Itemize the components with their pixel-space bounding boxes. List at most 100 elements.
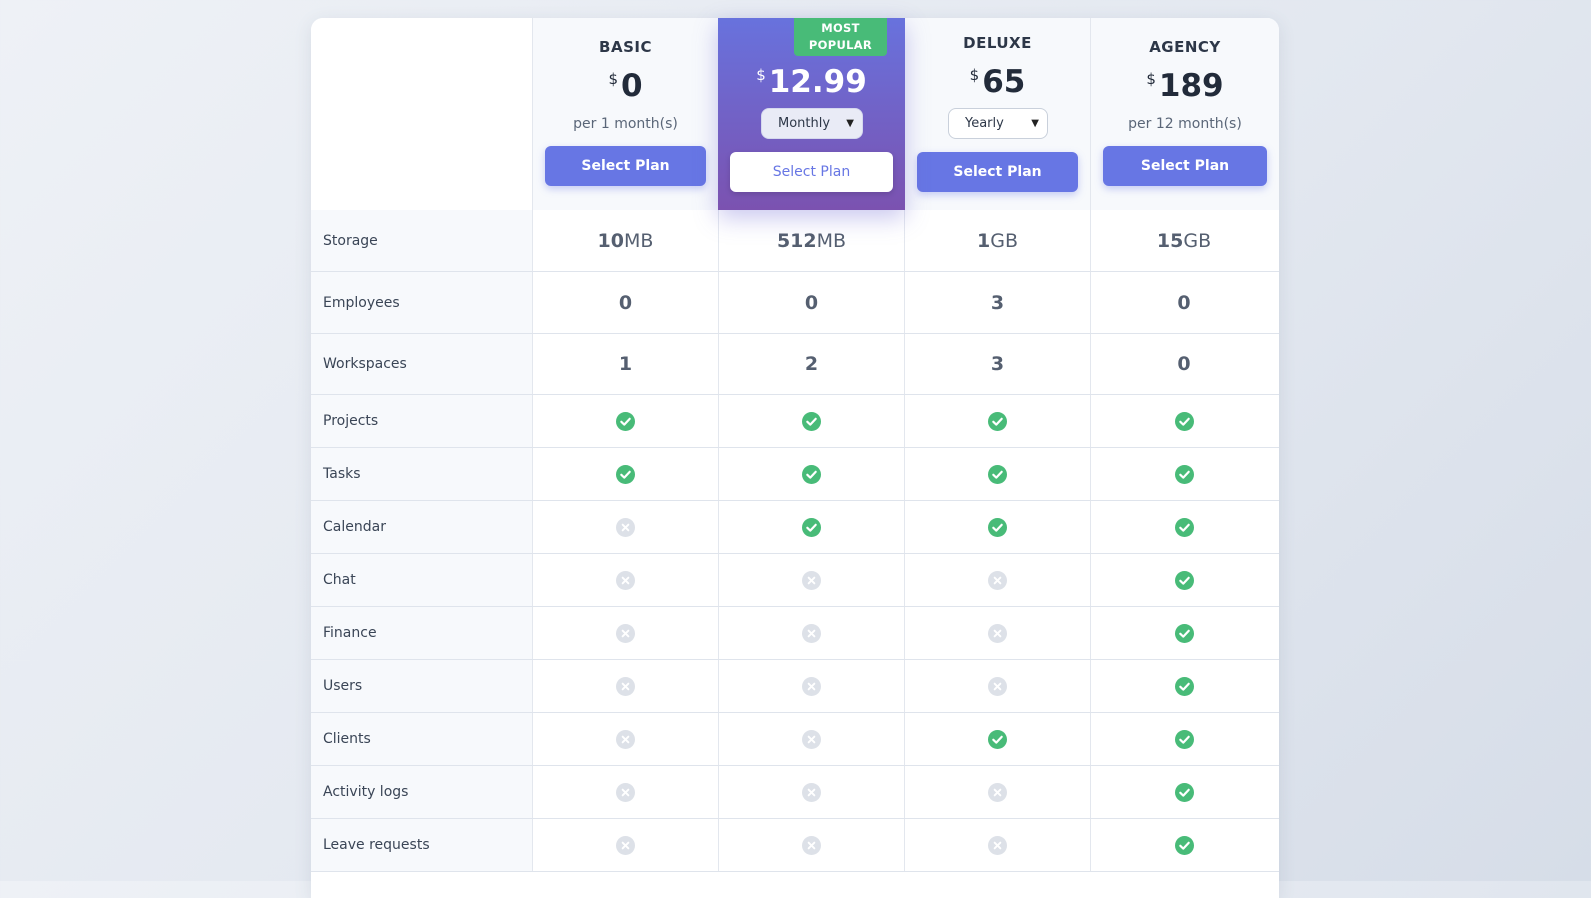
feature-value: 0	[533, 272, 719, 333]
select-plan-button[interactable]: Select Plan	[917, 152, 1078, 192]
chevron-down-icon: ▼	[846, 118, 854, 129]
feature-value	[719, 448, 905, 500]
check-circle-icon	[616, 411, 635, 431]
feature-label: Calendar	[311, 501, 533, 553]
billing-cycle-select[interactable]: Monthly ▼	[761, 108, 863, 139]
price-amount: 189	[1158, 68, 1224, 104]
plan-name: BASIC	[599, 38, 652, 56]
feature-value	[1091, 660, 1277, 712]
currency-symbol: $	[756, 66, 766, 84]
check-feature-rows: Projects Tasks Calendar Chat Finance Users Cli…	[311, 395, 1279, 872]
feature-value: 512 MB	[719, 210, 905, 271]
pricing-table: BASIC $ 0 per 1 month(s) Select Plan MOS…	[311, 18, 1279, 898]
x-circle-icon	[988, 676, 1007, 696]
billing-cycle-select[interactable]: Yearly ▼	[948, 108, 1048, 139]
x-circle-icon	[616, 570, 635, 590]
x-circle-icon	[802, 676, 821, 696]
feature-value: 3	[905, 272, 1091, 333]
currency-symbol: $	[608, 70, 618, 88]
feature-label: Workspaces	[311, 334, 533, 394]
check-circle-icon	[988, 517, 1007, 537]
x-circle-icon	[616, 517, 635, 537]
value-unit: GB	[990, 229, 1018, 252]
x-circle-icon	[802, 835, 821, 855]
value-number: 1	[977, 229, 991, 252]
feature-value	[533, 395, 719, 447]
feature-value	[905, 713, 1091, 765]
select-plan-button[interactable]: Select Plan	[545, 146, 706, 186]
check-circle-icon	[802, 464, 821, 484]
plan-popular: MOST POPULAR $ 12.99 Monthly ▼ Select Pl…	[718, 18, 905, 210]
feature-value	[719, 819, 905, 871]
check-circle-icon	[1174, 464, 1194, 484]
plan-price: $ 65	[905, 64, 1090, 100]
feature-value	[533, 819, 719, 871]
feature-value	[533, 501, 719, 553]
check-circle-icon	[1174, 729, 1194, 749]
plan-name: AGENCY	[1149, 38, 1221, 56]
x-circle-icon	[988, 835, 1007, 855]
currency-symbol: $	[1146, 70, 1156, 88]
feature-value	[533, 448, 719, 500]
value-number: 0	[1177, 291, 1191, 314]
feature-value: 0	[1091, 334, 1277, 394]
x-circle-icon	[616, 729, 635, 749]
x-circle-icon	[988, 570, 1007, 590]
feature-value	[1091, 713, 1277, 765]
feature-value	[719, 607, 905, 659]
most-popular-badge: MOST POPULAR	[794, 18, 887, 56]
feature-label: Chat	[311, 554, 533, 606]
feature-value: 10 MB	[533, 210, 719, 271]
select-plan-button[interactable]: Select Plan	[730, 152, 893, 192]
x-circle-icon	[616, 835, 635, 855]
select-value: Yearly	[965, 116, 1004, 131]
value-unit: MB	[624, 229, 654, 252]
feature-row-workspaces: Workspaces 1 2 3 0	[311, 334, 1279, 395]
plan-agency: AGENCY $ 189 per 12 month(s) Select Plan	[1091, 18, 1279, 210]
check-circle-icon	[1174, 517, 1194, 537]
check-circle-icon	[1174, 570, 1194, 590]
feature-value	[905, 660, 1091, 712]
feature-value	[533, 766, 719, 818]
check-circle-icon	[1174, 835, 1194, 855]
feature-value: 3	[905, 334, 1091, 394]
x-circle-icon	[616, 623, 635, 643]
feature-value	[533, 713, 719, 765]
value-number: 1	[618, 353, 633, 375]
billing-period: per 1 month(s)	[573, 116, 678, 132]
feature-value: 0	[1091, 272, 1277, 333]
value-number: 3	[990, 353, 1005, 375]
plan-deluxe: DELUXE $ 65 Yearly ▼ Select Plan	[905, 18, 1091, 210]
x-circle-icon	[802, 570, 821, 590]
feature-value	[719, 501, 905, 553]
feature-label: Users	[311, 660, 533, 712]
feature-value	[905, 448, 1091, 500]
value-number: 10	[597, 229, 624, 252]
value-number: 0	[618, 291, 633, 314]
value-number: 512	[776, 229, 817, 252]
feature-label: Finance	[311, 607, 533, 659]
check-circle-icon	[988, 729, 1007, 749]
value-number: 0	[804, 291, 819, 314]
chevron-down-icon: ▼	[1031, 118, 1039, 129]
feature-value	[1091, 554, 1277, 606]
feature-value	[719, 766, 905, 818]
check-circle-icon	[1174, 411, 1194, 431]
feature-value	[719, 660, 905, 712]
plan-basic: BASIC $ 0 per 1 month(s) Select Plan	[533, 18, 719, 210]
feature-value	[905, 554, 1091, 606]
check-circle-icon	[616, 464, 635, 484]
check-circle-icon	[988, 464, 1007, 484]
feature-row: Activity logs	[311, 766, 1279, 819]
x-circle-icon	[802, 729, 821, 749]
x-circle-icon	[988, 623, 1007, 643]
currency-symbol: $	[969, 66, 980, 84]
value-number: 15	[1156, 229, 1184, 252]
select-plan-button[interactable]: Select Plan	[1103, 146, 1267, 186]
feature-value	[905, 607, 1091, 659]
value-unit: MB	[816, 229, 847, 252]
check-circle-icon	[802, 517, 821, 537]
plan-price: $ 189	[1091, 68, 1279, 104]
feature-value	[1091, 766, 1277, 818]
feature-value	[1091, 501, 1277, 553]
